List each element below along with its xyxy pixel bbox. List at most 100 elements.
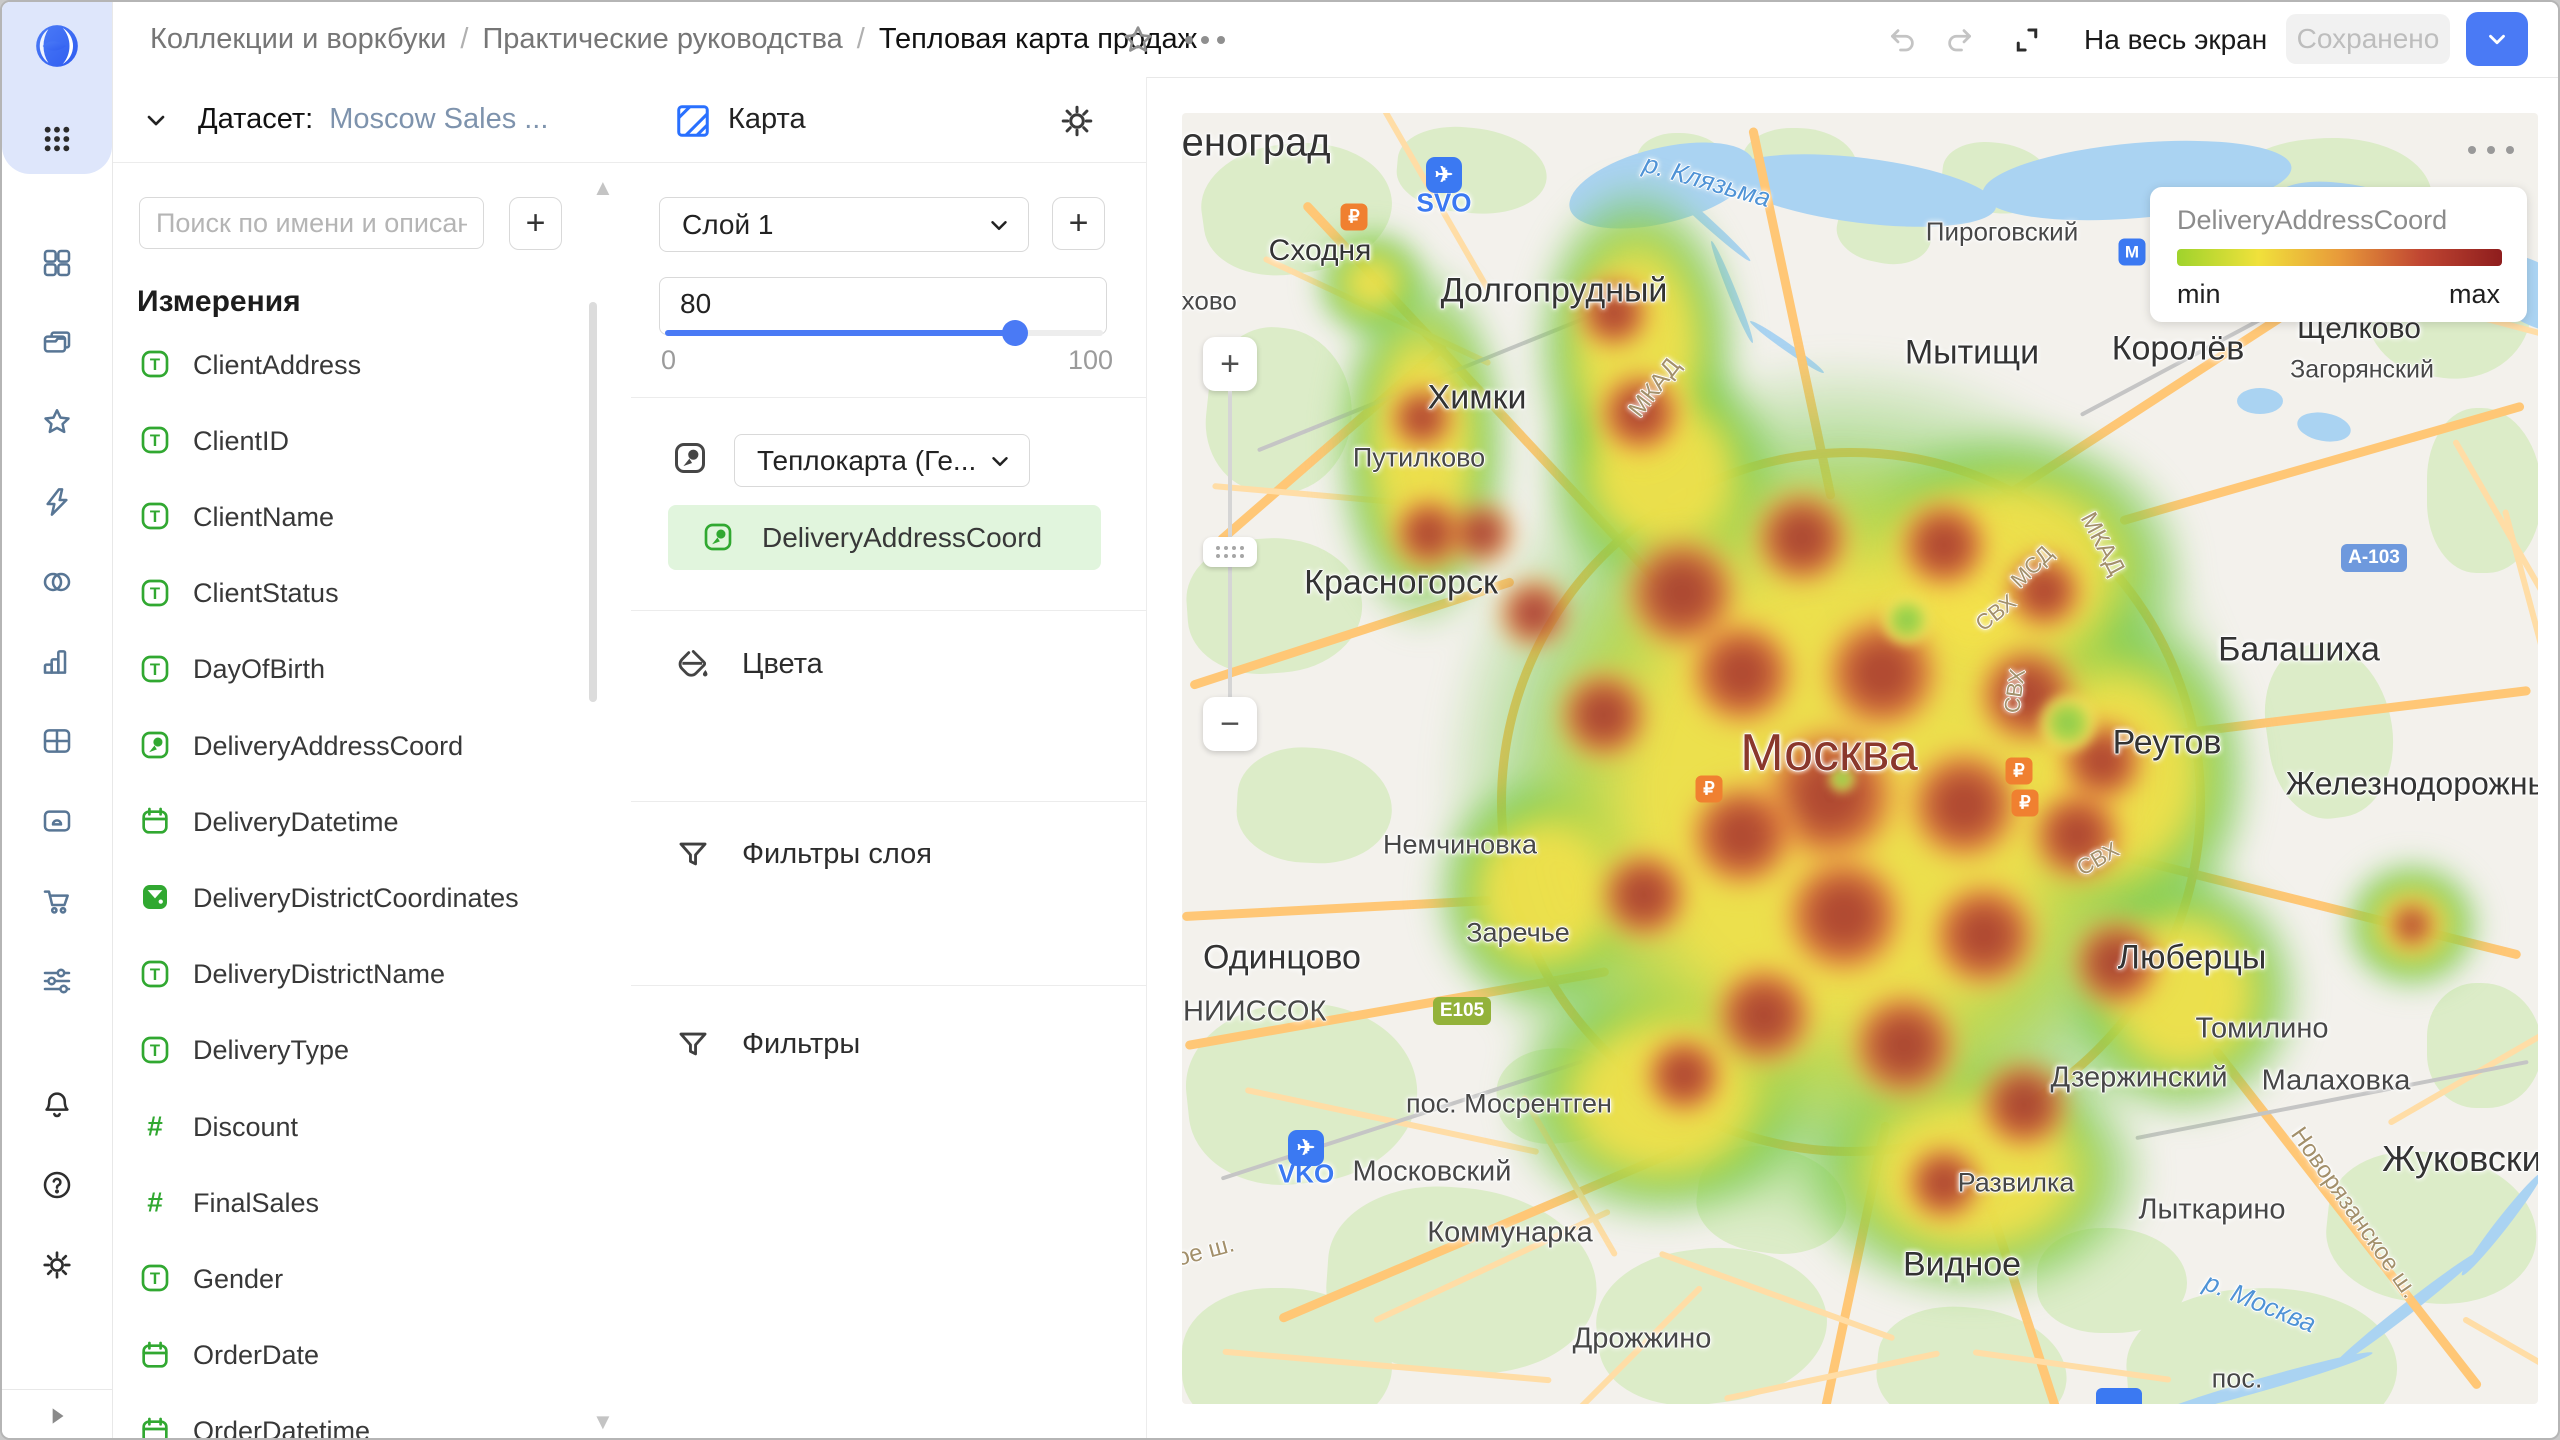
fields-scrollbar[interactable] bbox=[589, 302, 597, 702]
field-item-FinalSales[interactable]: #FinalSales bbox=[112, 1165, 582, 1241]
field-item-Gender[interactable]: TGender bbox=[112, 1241, 582, 1317]
breadcrumb-guides[interactable]: Практические руководства bbox=[482, 23, 842, 56]
field-type-number-icon: # bbox=[139, 1110, 173, 1144]
top-bar: Коллекции и воркбуки / Практические руко… bbox=[2, 2, 2560, 78]
field-item-DeliveryType[interactable]: TDeliveryType bbox=[112, 1013, 582, 1089]
fullscreen-label[interactable]: На весь экран bbox=[2084, 2, 2267, 77]
search-input[interactable] bbox=[139, 197, 484, 249]
map-label: пос. Мосрентген bbox=[1406, 1089, 1612, 1120]
add-field-button[interactable]: + bbox=[509, 197, 562, 250]
field-item-DeliveryDistrictName[interactable]: TDeliveryDistrictName bbox=[112, 937, 582, 1013]
dataset-panel: Датасет: Moscow Sales ... + ▲ ▼ Измерени… bbox=[112, 77, 632, 1440]
map-label: Коммунарка bbox=[1427, 1217, 1592, 1250]
charts-icon[interactable] bbox=[34, 639, 80, 685]
fullscreen-icon[interactable] bbox=[2010, 23, 2044, 57]
chevron-down-icon[interactable] bbox=[142, 106, 170, 134]
road-badge: Е105 bbox=[1433, 997, 1491, 1025]
chart-settings-gear-icon[interactable] bbox=[1059, 103, 1095, 139]
redo-icon[interactable] bbox=[1942, 23, 1976, 57]
datalens-logo[interactable] bbox=[34, 23, 80, 69]
field-item-ClientAddress[interactable]: TClientAddress bbox=[112, 327, 582, 403]
legend-title: DeliveryAddressCoord bbox=[2177, 205, 2447, 236]
field-type-text-icon: T bbox=[139, 1034, 173, 1068]
collections-icon[interactable] bbox=[34, 319, 80, 365]
apps-grid-icon[interactable] bbox=[34, 116, 80, 162]
opacity-value: 80 bbox=[680, 288, 711, 320]
save-dropdown-button[interactable] bbox=[2466, 12, 2528, 66]
road-badge: М bbox=[2119, 239, 2146, 266]
dashboards-icon[interactable] bbox=[34, 718, 80, 764]
legend-gradient-bar bbox=[2177, 249, 2502, 266]
geolayer-type-select[interactable]: Теплокарта (Ге... bbox=[734, 434, 1030, 487]
svg-text:T: T bbox=[150, 584, 160, 603]
add-layer-button[interactable]: + bbox=[1052, 197, 1105, 250]
expand-rail-icon[interactable] bbox=[2, 1389, 112, 1440]
field-item-ClientName[interactable]: TClientName bbox=[112, 479, 582, 555]
opacity-fill bbox=[665, 330, 1015, 336]
field-item-Discount[interactable]: #Discount bbox=[112, 1089, 582, 1165]
connections-icon[interactable] bbox=[34, 559, 80, 605]
field-item-DeliveryAddressCoord[interactable]: DeliveryAddressCoord bbox=[112, 708, 582, 784]
breadcrumb-collections[interactable]: Коллекции и воркбуки bbox=[150, 23, 446, 56]
map-canvas[interactable]: еленоградПироговскийр. КлязьмаСходняёхов… bbox=[1182, 113, 2538, 1404]
svg-text:T: T bbox=[150, 508, 160, 527]
map-label: еленоград bbox=[1182, 121, 1331, 166]
favorites-star-icon[interactable] bbox=[34, 399, 80, 445]
field-type-geopoint-icon bbox=[139, 729, 173, 763]
field-item-OrderDate[interactable]: OrderDate bbox=[112, 1318, 582, 1394]
funnel-icon bbox=[676, 837, 710, 871]
field-item-ClientStatus[interactable]: TClientStatus bbox=[112, 556, 582, 632]
layer-select[interactable]: Слой 1 bbox=[659, 197, 1029, 252]
opacity-min-label: 0 bbox=[661, 345, 676, 376]
help-icon[interactable] bbox=[34, 1162, 80, 1208]
ruble-poi-icon: ₽ bbox=[2006, 758, 2033, 785]
config-header: Карта bbox=[631, 77, 1146, 163]
map-more-menu-icon[interactable] bbox=[2468, 141, 2514, 159]
scroll-up-icon[interactable]: ▲ bbox=[592, 175, 614, 201]
settings-gear-icon[interactable] bbox=[34, 1242, 80, 1288]
map-label: Реутов bbox=[2113, 724, 2222, 763]
map-label: Москва bbox=[1740, 723, 1918, 783]
field-item-DeliveryDatetime[interactable]: DeliveryDatetime bbox=[112, 784, 582, 860]
saved-button[interactable]: Сохранено bbox=[2286, 14, 2450, 64]
field-type-text-icon: T bbox=[139, 577, 173, 611]
map-label: Люберцы bbox=[2118, 939, 2267, 978]
favorite-star-icon[interactable] bbox=[1118, 20, 1158, 60]
workspaces-icon[interactable] bbox=[34, 240, 80, 286]
legend-min-label: min bbox=[2177, 279, 2221, 310]
filters-section[interactable]: Фильтры bbox=[631, 1014, 1146, 1074]
svg-text:T: T bbox=[150, 1041, 160, 1060]
layer-opacity-control: 80 bbox=[659, 277, 1107, 335]
services-sliders-icon[interactable] bbox=[34, 958, 80, 1004]
storage-folder-icon[interactable] bbox=[34, 798, 80, 844]
opacity-slider[interactable] bbox=[665, 330, 1103, 336]
config-title: Карта bbox=[728, 103, 806, 136]
map-label: Пироговский bbox=[1926, 217, 2078, 248]
breadcrumb: Коллекции и воркбуки / Практические руко… bbox=[150, 2, 1197, 77]
field-type-calendar-icon bbox=[139, 1339, 173, 1373]
more-menu-icon[interactable] bbox=[1180, 20, 1230, 60]
field-item-DeliveryDistrictCoordinates[interactable]: DeliveryDistrictCoordinates bbox=[112, 860, 582, 936]
undo-icon[interactable] bbox=[1886, 23, 1920, 57]
scroll-down-icon[interactable]: ▼ bbox=[592, 1409, 614, 1435]
colors-section[interactable]: Цвета bbox=[631, 634, 1146, 694]
field-item-DayOfBirth[interactable]: TDayOfBirth bbox=[112, 632, 582, 708]
funnel-icon bbox=[676, 1027, 710, 1061]
field-item-ClientID[interactable]: TClientID bbox=[112, 403, 582, 479]
map-label: ВНИИССОК bbox=[1182, 996, 1326, 1029]
notifications-bell-icon[interactable] bbox=[34, 1082, 80, 1128]
marketplace-cart-icon[interactable] bbox=[34, 878, 80, 924]
chevron-down-icon bbox=[987, 448, 1013, 474]
zoom-in-button[interactable]: + bbox=[1203, 337, 1257, 391]
geofield-chip[interactable]: DeliveryAddressCoord bbox=[668, 505, 1101, 570]
map-label: кое ш. bbox=[1182, 1230, 1237, 1275]
layer-filters-section[interactable]: Фильтры слоя bbox=[631, 824, 1146, 884]
zoom-slider-handle[interactable] bbox=[1203, 537, 1257, 567]
left-rail bbox=[2, 2, 113, 1440]
lightning-icon[interactable] bbox=[34, 479, 80, 525]
field-item-OrderDatetime[interactable]: OrderDatetime bbox=[112, 1394, 582, 1440]
zoom-out-button[interactable]: − bbox=[1203, 697, 1257, 751]
legend-max-label: max bbox=[2449, 279, 2500, 310]
dataset-name-link[interactable]: Moscow Sales ... bbox=[329, 103, 548, 136]
opacity-thumb[interactable] bbox=[1002, 320, 1028, 346]
